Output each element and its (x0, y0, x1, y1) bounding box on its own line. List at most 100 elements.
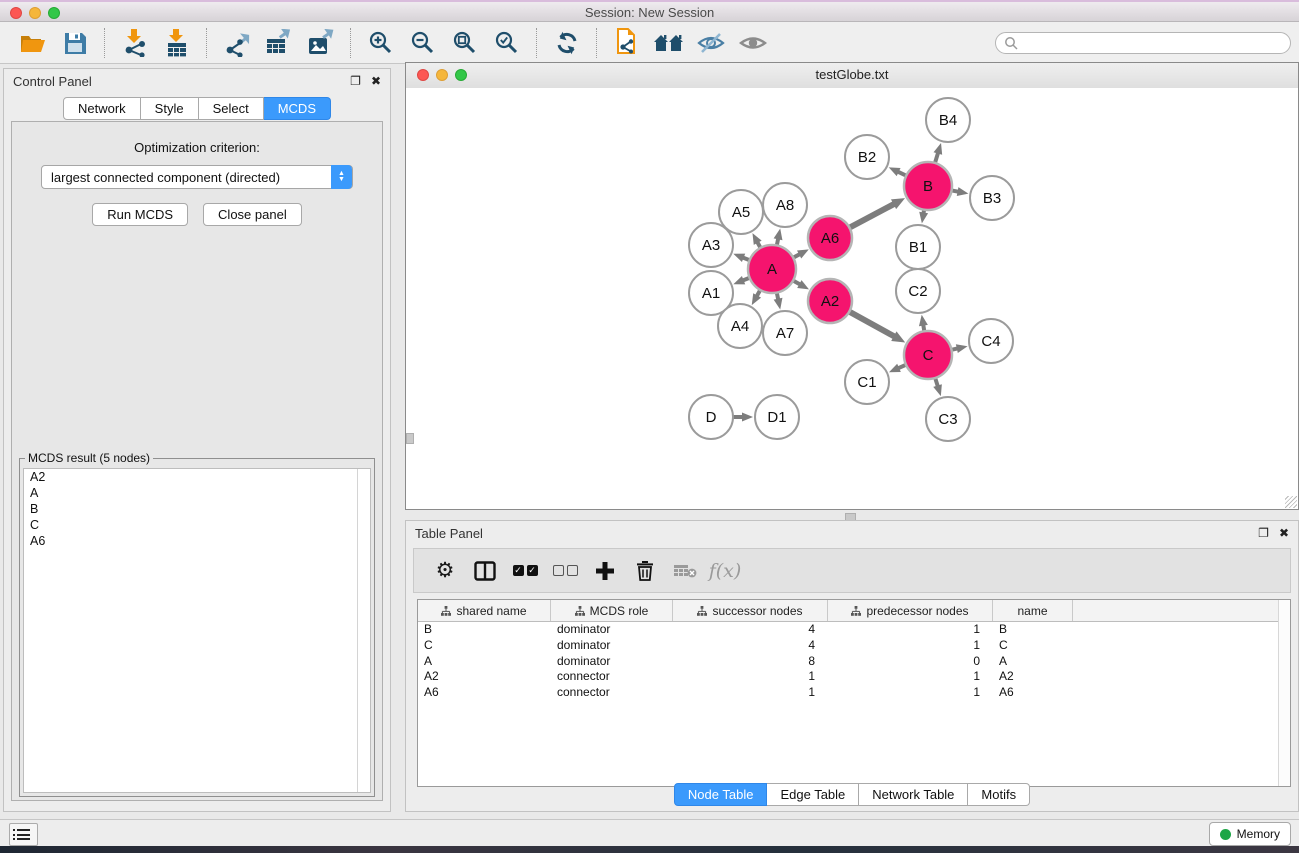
float-panel-icon[interactable]: ❐ (350, 74, 361, 88)
table-cell[interactable]: 1 (828, 622, 993, 638)
tab-mcds[interactable]: MCDS (264, 97, 331, 120)
table-cell[interactable]: C (418, 638, 551, 654)
tab-style[interactable]: Style (141, 97, 199, 120)
column-header-successor-nodes[interactable]: successor nodes (673, 600, 828, 621)
result-item[interactable]: A (24, 485, 370, 501)
split-panel-icon[interactable] (472, 558, 498, 584)
network-canvas[interactable]: B4B2BB3A5A8A6B1A3AC2A1A2A4A7CC4C1C3DD1 (406, 88, 1298, 509)
table-cell[interactable]: connector (551, 669, 673, 685)
result-item[interactable]: A6 (24, 533, 370, 549)
export-network-icon[interactable] (220, 27, 254, 59)
arrowhead-icon (733, 276, 745, 284)
import-table-icon[interactable] (160, 27, 194, 59)
table-cell[interactable]: A2 (993, 669, 1073, 685)
zoom-selected-icon[interactable] (490, 27, 524, 59)
table-cell[interactable]: 0 (828, 654, 993, 670)
node-label-D1: D1 (767, 409, 786, 426)
close-panel-button[interactable]: Close panel (203, 203, 302, 226)
select-all-columns-icon[interactable]: ✓✓ (512, 558, 538, 584)
save-session-icon[interactable] (58, 27, 92, 59)
table-cell[interactable]: 8 (673, 654, 828, 670)
global-search-box[interactable] (995, 32, 1291, 54)
table-cell[interactable]: B (418, 622, 551, 638)
arrowhead-icon (919, 315, 928, 327)
table-cell[interactable]: A6 (418, 685, 551, 701)
zoom-in-icon[interactable] (364, 27, 398, 59)
table-cell[interactable]: dominator (551, 638, 673, 654)
table-scrollbar[interactable] (1278, 600, 1290, 786)
table-row[interactable]: Cdominator41C (418, 638, 1290, 654)
mcds-result-list[interactable]: A2ABCA6 (23, 468, 371, 793)
table-cell[interactable]: A (993, 654, 1073, 670)
table-cell[interactable]: 1 (673, 685, 828, 701)
tab-motifs[interactable]: Motifs (968, 783, 1030, 806)
column-header-predecessor-nodes[interactable]: predecessor nodes (828, 600, 993, 621)
window-resize-grip[interactable] (1285, 496, 1297, 508)
table-cell[interactable]: dominator (551, 654, 673, 670)
node-table[interactable]: shared nameMCDS rolesuccessor nodesprede… (417, 599, 1291, 787)
table-cell[interactable]: connector (551, 685, 673, 701)
network-window-titlebar[interactable]: testGlobe.txt (406, 63, 1298, 89)
column-header-MCDS-role[interactable]: MCDS role (551, 600, 673, 621)
search-input[interactable] (1023, 35, 1282, 51)
table-row[interactable]: Adominator80A (418, 654, 1290, 670)
refresh-layout-icon[interactable] (550, 27, 584, 59)
memory-button[interactable]: Memory (1209, 822, 1291, 846)
column-header-name[interactable]: name (993, 600, 1073, 621)
tab-node-table[interactable]: Node Table (674, 783, 768, 806)
table-cell[interactable]: A2 (418, 669, 551, 685)
float-table-panel-icon[interactable]: ❐ (1258, 526, 1269, 540)
table-cell[interactable]: dominator (551, 622, 673, 638)
open-session-icon[interactable] (16, 27, 50, 59)
export-image-icon[interactable] (304, 27, 338, 59)
result-item[interactable]: C (24, 517, 370, 533)
table-cell[interactable]: A6 (993, 685, 1073, 701)
application-window: Session: New Session (0, 0, 1299, 853)
close-table-panel-icon[interactable]: ✖ (1279, 526, 1289, 540)
arrowhead-icon (919, 212, 928, 224)
zoom-out-icon[interactable] (406, 27, 440, 59)
close-panel-icon[interactable]: ✖ (371, 74, 381, 88)
show-all-eye-icon[interactable] (736, 27, 770, 59)
result-scrollbar[interactable] (357, 469, 370, 792)
run-mcds-button[interactable]: Run MCDS (92, 203, 188, 226)
export-table-icon[interactable] (262, 27, 296, 59)
home-view-icon[interactable] (652, 27, 686, 59)
table-row[interactable]: Bdominator41B (418, 622, 1290, 638)
zoom-fit-icon[interactable] (448, 27, 482, 59)
node-label-B: B (923, 178, 933, 195)
table-cell[interactable]: B (993, 622, 1073, 638)
canvas-left-scrollbar-thumb[interactable] (406, 433, 414, 444)
table-cell[interactable]: C (993, 638, 1073, 654)
function-builder-icon[interactable]: f(x) (712, 558, 738, 584)
table-cell[interactable]: A (418, 654, 551, 670)
table-mode-gear-icon[interactable]: ⚙ (432, 558, 458, 584)
network-graph[interactable]: B4B2BB3A5A8A6B1A3AC2A1A2A4A7CC4C1C3DD1 (406, 88, 1298, 509)
table-cell[interactable]: 1 (828, 685, 993, 701)
tab-network[interactable]: Network (63, 97, 141, 120)
delete-table-icon[interactable] (672, 558, 698, 584)
result-item[interactable]: A2 (24, 469, 370, 485)
add-column-icon[interactable] (592, 558, 618, 584)
table-row[interactable]: A6connector11A6 (418, 685, 1290, 701)
table-cell[interactable]: 1 (828, 669, 993, 685)
task-history-button[interactable] (9, 823, 38, 846)
new-network-from-file-icon[interactable] (610, 27, 644, 59)
result-item[interactable]: B (24, 501, 370, 517)
table-cell[interactable]: 1 (828, 638, 993, 654)
table-cell[interactable]: 1 (673, 669, 828, 685)
node-label-C3: C3 (938, 411, 957, 428)
tab-network-table[interactable]: Network Table (859, 783, 968, 806)
hide-unselected-eye-icon[interactable] (694, 27, 728, 59)
delete-columns-trash-icon[interactable] (632, 558, 658, 584)
table-row[interactable]: A2connector11A2 (418, 669, 1290, 685)
table-cell[interactable]: 4 (673, 638, 828, 654)
table-cell[interactable]: 4 (673, 622, 828, 638)
window-titlebar: Session: New Session (0, 0, 1299, 22)
criterion-dropdown[interactable]: largest connected component (directed) ▲… (41, 165, 353, 189)
tab-select[interactable]: Select (199, 97, 264, 120)
unselect-all-columns-icon[interactable] (552, 558, 578, 584)
column-header-shared-name[interactable]: shared name (418, 600, 551, 621)
import-network-icon[interactable] (118, 27, 152, 59)
tab-edge-table[interactable]: Edge Table (767, 783, 859, 806)
